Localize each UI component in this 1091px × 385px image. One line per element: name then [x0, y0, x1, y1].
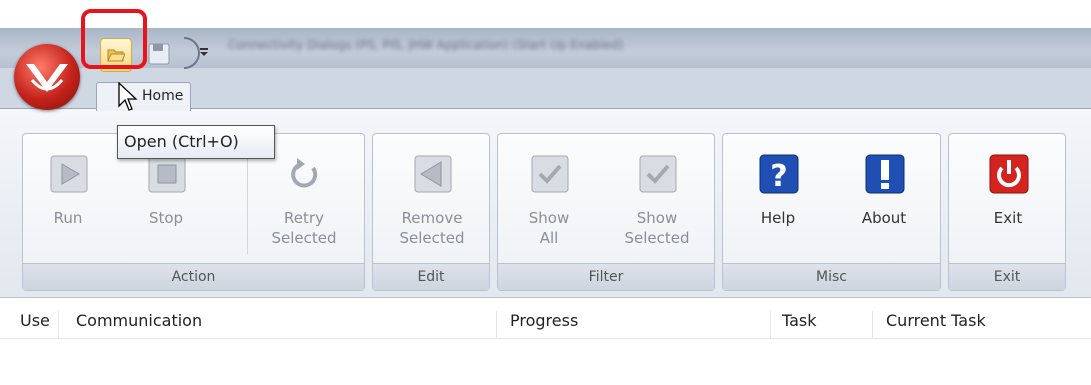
group-label-exit: Exit	[949, 263, 1065, 290]
svg-text:?: ?	[770, 159, 787, 194]
tooltip: Open (Ctrl+O)	[117, 125, 275, 159]
group-label-misc: Misc	[723, 263, 940, 290]
show-all-label-1: Show	[528, 209, 570, 227]
group-edit: Remove Selected Edit	[372, 133, 490, 291]
column-task[interactable]: Task	[782, 311, 817, 330]
column-progress[interactable]: Progress	[510, 311, 578, 330]
about-button[interactable]: About	[839, 138, 929, 258]
column-use[interactable]: Use	[20, 311, 50, 330]
customize-toolbar-button[interactable]	[180, 36, 214, 70]
remove-label-1: Remove	[401, 209, 463, 227]
exit-button[interactable]: Exit	[963, 138, 1053, 258]
retry-label-1: Retry	[284, 209, 324, 227]
show-all-icon	[531, 155, 569, 193]
column-header: Use Communication Progress Task Current …	[0, 302, 1091, 347]
cursor-icon	[118, 82, 138, 111]
help-icon: ?	[759, 154, 799, 194]
save-button[interactable]	[146, 42, 172, 66]
show-all-button[interactable]: Show All	[504, 138, 594, 258]
tab-home[interactable]: Home	[96, 82, 191, 111]
app-logo-icon	[26, 64, 68, 92]
dropdown-icon	[183, 37, 208, 69]
group-label-action: Action	[23, 263, 364, 290]
show-selected-icon	[639, 155, 677, 193]
power-icon	[989, 154, 1029, 194]
help-label: Help	[760, 209, 796, 227]
column-current-task[interactable]: Current Task	[886, 311, 986, 330]
show-selected-label-1: Show	[636, 209, 678, 227]
tab-home-label: Home	[142, 88, 184, 104]
group-exit: Exit Exit	[948, 133, 1066, 291]
task-list[interactable]	[0, 339, 1091, 385]
group-filter: Show All Show Selected Filter	[497, 133, 715, 291]
group-misc: ? Help About Misc	[722, 133, 941, 291]
run-button[interactable]: Run	[23, 138, 113, 258]
help-button[interactable]: ? Help	[733, 138, 823, 258]
application-menu-button[interactable]	[14, 44, 80, 110]
exit-label: Exit	[993, 209, 1023, 227]
show-all-label-2: All	[539, 229, 559, 247]
highlight-box	[81, 9, 147, 69]
show-selected-button[interactable]: Show Selected	[612, 138, 702, 258]
column-communication[interactable]: Communication	[76, 311, 202, 330]
window-title: Connectivity Dialogs (PS, PIS, JHW Appli…	[228, 38, 624, 52]
run-label: Run	[53, 209, 83, 227]
retry-icon	[291, 158, 318, 188]
remove-label-2: Selected	[399, 229, 465, 247]
group-label-edit: Edit	[373, 263, 489, 290]
remove-selected-button[interactable]: Remove Selected	[387, 138, 477, 258]
stop-icon	[148, 155, 186, 193]
about-label: About	[861, 209, 907, 227]
run-icon	[50, 155, 88, 193]
group-label-filter: Filter	[498, 263, 714, 290]
divider	[247, 154, 248, 254]
about-icon	[865, 154, 905, 194]
floppy-icon	[148, 43, 170, 65]
stop-label: Stop	[148, 209, 184, 227]
show-selected-label-2: Selected	[624, 229, 690, 247]
remove-icon	[414, 155, 452, 193]
retry-label-2: Selected	[271, 229, 337, 247]
